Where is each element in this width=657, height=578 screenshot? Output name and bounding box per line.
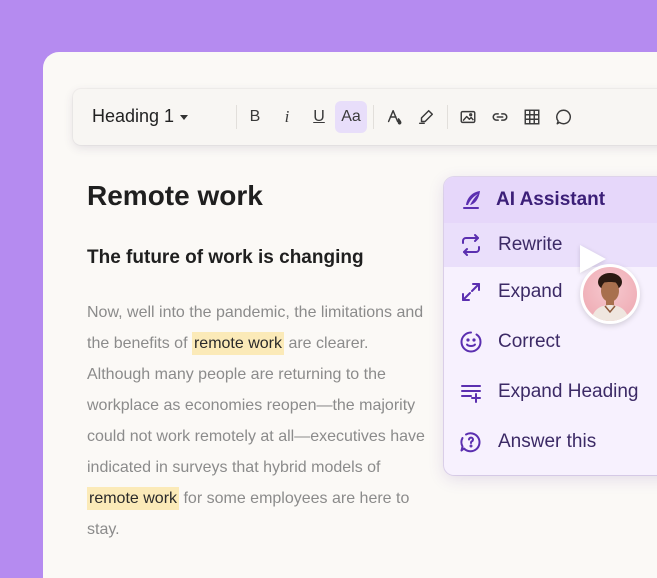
ai-action-label: Rewrite [498,234,563,255]
text-color-icon [387,109,402,125]
italic-button[interactable]: i [271,101,303,133]
comment-button[interactable] [548,101,580,133]
italic-label: i [284,107,290,126]
text-case-button[interactable]: Aa [335,101,367,133]
highlighted-text[interactable]: remote work [87,487,180,510]
correct-icon [458,329,484,355]
comment-icon [556,109,571,125]
image-icon [460,110,476,124]
insert-table-button[interactable] [516,101,548,133]
document-body: Now, well into the pandemic, the limitat… [87,297,432,545]
table-icon [524,109,540,125]
ai-action-label: Expand Heading [498,381,639,402]
ai-action-label: Expand [498,281,563,302]
bold-button[interactable]: B [239,101,271,133]
ai-assistant-panel: AI Assistant Rewrite Expand Correct Expa… [444,177,657,475]
body-text: are clearer. Although many people are re… [87,335,425,476]
ai-assistant-header: AI Assistant [444,177,657,223]
quill-icon [463,191,480,209]
heading-style-dropdown[interactable]: Heading 1 [92,106,189,127]
ai-action-label: Correct [498,331,561,352]
text-color-button[interactable] [378,101,410,133]
ai-action-expand-heading[interactable]: Expand Heading [444,367,657,417]
toolbar-divider [236,105,237,129]
bold-label: B [249,108,261,125]
formatting-toolbar: Heading 1 B i U Aa [73,89,657,145]
toolbar-divider [447,105,448,129]
expand-icon [458,279,484,305]
insert-image-button[interactable] [452,101,484,133]
caret-down-icon [180,114,189,120]
rewrite-icon [458,232,484,258]
expand-heading-icon [458,379,484,405]
ai-assistant-title: AI Assistant [496,189,606,210]
ai-action-correct[interactable]: Correct [444,317,657,367]
highlight-button[interactable] [410,101,442,133]
collaborator-avatar[interactable] [580,264,640,324]
document-subtitle: The future of work is changing [87,247,364,268]
document-title: Remote work [87,180,263,211]
highlighter-icon [418,109,434,125]
link-icon [492,113,508,121]
toolbar-divider [373,105,374,129]
ai-action-rewrite[interactable]: Rewrite [444,223,657,267]
avatar-photo [583,267,637,321]
underline-button[interactable]: U [303,101,335,133]
ai-action-answer[interactable]: Answer this [444,417,657,467]
person-icon [591,273,629,321]
heading-style-label: Heading 1 [92,106,175,126]
insert-link-button[interactable] [484,101,516,133]
highlighted-text[interactable]: remote work [191,332,284,355]
answer-icon [458,429,484,455]
underline-label: U [313,108,325,125]
ai-action-label: Answer this [498,431,597,452]
text-case-label: Aa [341,108,361,125]
